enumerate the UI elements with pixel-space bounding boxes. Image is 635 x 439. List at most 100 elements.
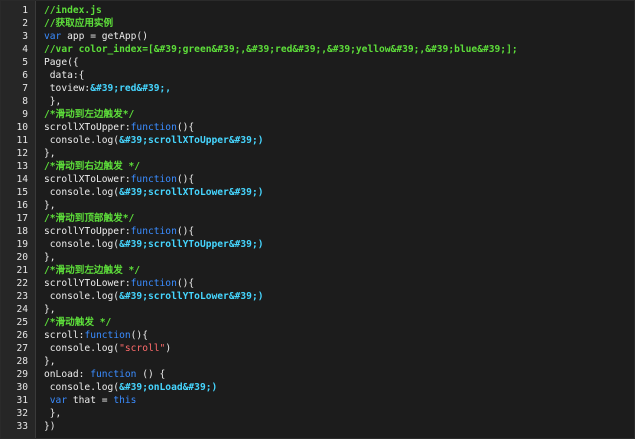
code-line[interactable]: 4 //var color_index=[&#39;green&#39;,&#39…: [1, 43, 634, 56]
code-text: //获取应用实例: [44, 17, 113, 30]
code-text: console.log("scroll"): [44, 342, 171, 355]
code-text: Page({: [44, 56, 79, 69]
line-number: 33: [16, 421, 28, 432]
code-token: (){: [176, 122, 195, 133]
code-token: this: [113, 395, 137, 406]
code-token: function: [130, 226, 177, 237]
code-text: },: [44, 95, 62, 108]
code-line[interactable]: 31 var that = this: [1, 394, 634, 407]
code-token: function: [84, 330, 131, 341]
code-token: &#39;scrollYToLower&#39;): [119, 291, 264, 302]
code-text: /*滑动到顶部触发*/: [44, 212, 134, 225]
code-token: toview:: [44, 83, 91, 94]
code-token: &#39;onLoad&#39;): [119, 382, 218, 393]
line-number: 7: [22, 83, 28, 94]
line-number: 16: [16, 200, 28, 211]
code-token: /*滑动到顶部触发*/: [44, 213, 135, 224]
code-token: (){: [176, 226, 195, 237]
code-token: }): [44, 421, 56, 432]
line-number: 10: [16, 122, 28, 133]
code-text: scroll:function(){: [44, 329, 148, 342]
code-text: },: [44, 199, 56, 212]
code-token: &#39;scrollXToUpper&#39;): [119, 135, 264, 146]
code-text: var app = getApp(): [44, 30, 148, 43]
code-token: &#39;red&#39;,: [90, 83, 172, 94]
code-line[interactable]: 15 console.log(&#39;scrollXToLower&#39;): [1, 186, 634, 199]
code-line[interactable]: 2 //获取应用实例: [1, 17, 634, 30]
code-text: /*滑动触发 */: [44, 316, 111, 329]
code-line[interactable]: 24},: [1, 303, 634, 316]
code-line[interactable]: 10 scrollXToUpper:function(){: [1, 121, 634, 134]
line-number: 12: [16, 148, 28, 159]
line-number: 3: [22, 31, 28, 42]
line-number: 26: [16, 330, 28, 341]
code-line[interactable]: 5 Page({: [1, 56, 634, 69]
code-line[interactable]: 13 /*滑动到右边触发 */: [1, 160, 634, 173]
code-area[interactable]: 1 //index.js 2 //获取应用实例 3 var app = getApp() 4…: [1, 4, 634, 433]
code-line[interactable]: 32 },: [1, 407, 634, 420]
line-number: 1: [22, 5, 28, 16]
code-line[interactable]: 11 console.log(&#39;scrollXToUpper&#39;): [1, 134, 634, 147]
code-line[interactable]: 18 scrollYToUpper:function(){: [1, 225, 634, 238]
code-token: (){: [176, 278, 195, 289]
code-line[interactable]: 30 console.log(&#39;onLoad&#39;): [1, 381, 634, 394]
line-number: 9: [22, 109, 28, 120]
code-token: },: [44, 408, 62, 419]
code-line[interactable]: 6 data:{: [1, 69, 634, 82]
code-line[interactable]: 21 /*滑动到左边触发 */: [1, 264, 634, 277]
code-line[interactable]: 22 scrollYToLower:function(){: [1, 277, 634, 290]
code-line[interactable]: 1 //index.js: [1, 4, 634, 17]
code-text: //var color_index=[&#39;green&#39;,&#39;…: [44, 43, 518, 56]
code-token: app = getApp(): [61, 31, 148, 42]
code-line[interactable]: 27 console.log("scroll"): [1, 342, 634, 355]
code-line[interactable]: 8 },: [1, 95, 634, 108]
line-number: 27: [16, 343, 28, 354]
code-token: ): [165, 343, 172, 354]
code-line[interactable]: 16},: [1, 199, 634, 212]
code-token: scroll:: [44, 330, 85, 341]
code-line[interactable]: 33}): [1, 420, 634, 433]
code-token: (){: [130, 330, 148, 341]
code-text: console.log(&#39;scrollXToLower&#39;): [44, 186, 264, 199]
code-text: toview:&#39;red&#39;,: [44, 82, 171, 95]
code-token: scrollXToLower:: [44, 174, 131, 185]
code-text: /*滑动到左边触发 */: [44, 264, 140, 277]
code-line[interactable]: 12},: [1, 147, 634, 160]
code-token: function: [130, 174, 177, 185]
code-token: },: [44, 304, 56, 315]
code-token: scrollXToUpper:: [44, 122, 131, 133]
code-token: onLoad:: [44, 369, 91, 380]
code-token: data:{: [44, 70, 85, 81]
code-line[interactable]: 19 console.log(&#39;scrollYToUpper&#39;): [1, 238, 634, 251]
code-text: },: [44, 147, 56, 160]
code-line[interactable]: 23 console.log(&#39;scrollYToLower&#39;): [1, 290, 634, 303]
code-line[interactable]: 28},: [1, 355, 634, 368]
line-number: 28: [16, 356, 28, 367]
code-editor[interactable]: 1 //index.js 2 //获取应用实例 3 var app = getApp() 4…: [0, 0, 635, 439]
code-line[interactable]: 3 var app = getApp(): [1, 30, 634, 43]
code-token: that =: [67, 395, 114, 406]
code-token: scrollYToLower:: [44, 278, 131, 289]
code-token: },: [44, 148, 56, 159]
line-number: 24: [16, 304, 28, 315]
code-line[interactable]: 7 toview:&#39;red&#39;,: [1, 82, 634, 95]
code-line[interactable]: 29 onLoad: function () {: [1, 368, 634, 381]
line-number: 11: [16, 135, 28, 146]
line-number: 19: [16, 239, 28, 250]
code-line[interactable]: 26 scroll:function(){: [1, 329, 634, 342]
code-line[interactable]: 17 /*滑动到顶部触发*/: [1, 212, 634, 225]
code-line[interactable]: 14 scrollXToLower:function(){: [1, 173, 634, 186]
line-number: 2: [22, 18, 28, 29]
code-line[interactable]: 20},: [1, 251, 634, 264]
code-token: /*滑动触发 */: [44, 317, 112, 328]
code-text: //index.js: [44, 4, 102, 17]
code-token: console.log(: [44, 343, 120, 354]
line-number: 22: [16, 278, 28, 289]
code-token: //index.js: [44, 5, 102, 16]
line-number: 30: [16, 382, 28, 393]
code-line[interactable]: 25 /*滑动触发 */: [1, 316, 634, 329]
code-token: () {: [136, 369, 166, 380]
code-line[interactable]: 9 /*滑动到左边触发*/: [1, 108, 634, 121]
code-token: },: [44, 356, 56, 367]
code-token: scrollYToUpper:: [44, 226, 131, 237]
